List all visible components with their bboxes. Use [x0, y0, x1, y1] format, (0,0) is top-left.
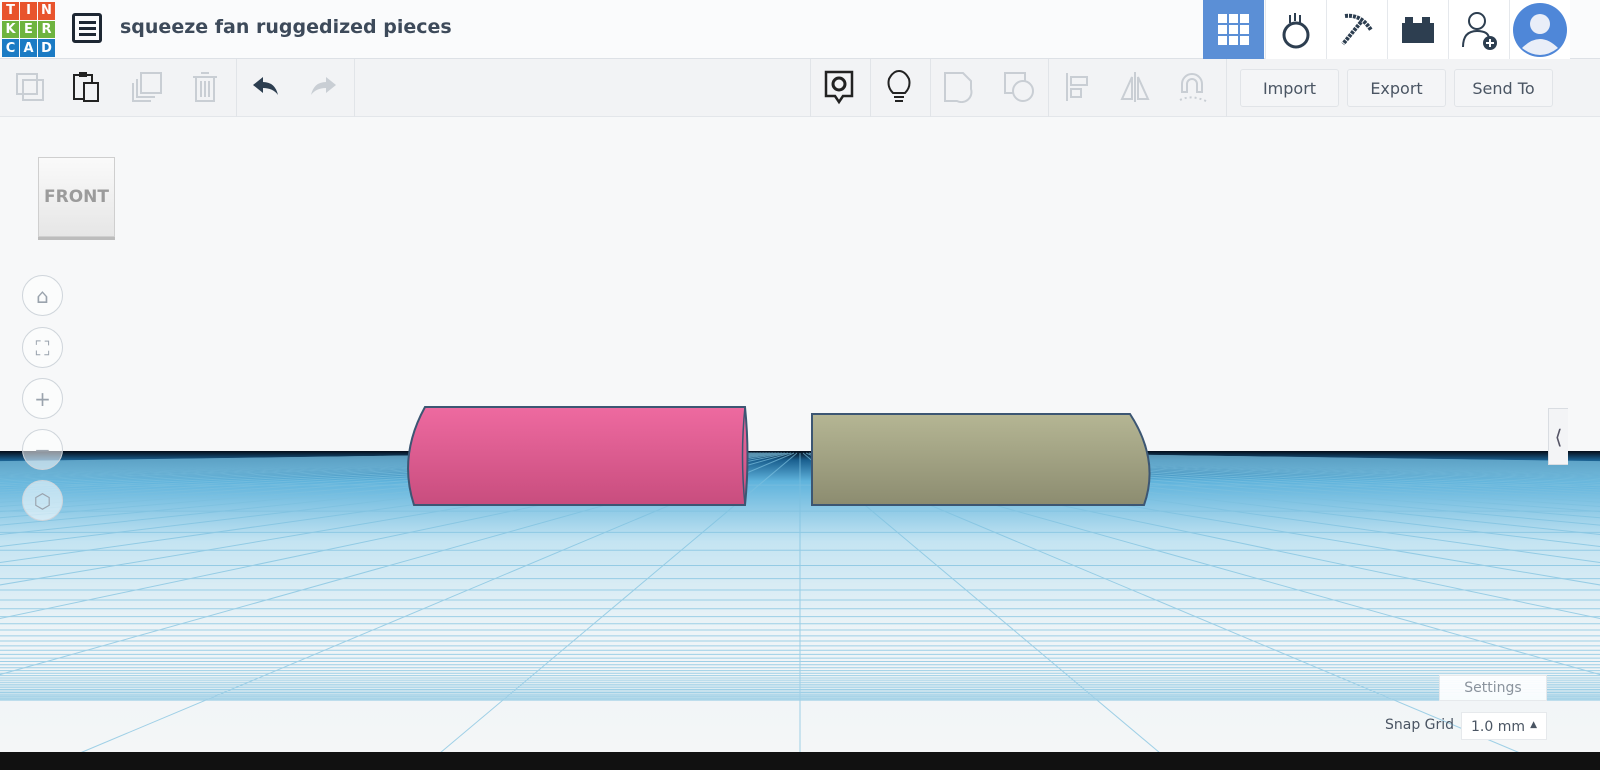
logo-letter: N — [38, 2, 55, 20]
top-bar: TIN KER CAD squeeze fan ruggedized pieces — [0, 0, 1600, 59]
settings-button[interactable]: Settings — [1439, 675, 1547, 701]
duplicate-button[interactable] — [127, 67, 167, 107]
avatar-icon — [1513, 2, 1567, 57]
lightbulb-icon — [887, 69, 911, 102]
home-view-button[interactable]: ⌂ — [22, 275, 63, 316]
caret-up-icon: ▲ — [1530, 720, 1537, 730]
snap-grid-select[interactable]: 1.0 mm ▲ — [1461, 712, 1547, 740]
mirror-button[interactable] — [1115, 67, 1155, 107]
grid-icon — [1217, 13, 1249, 45]
3d-design-view-button[interactable] — [1203, 0, 1264, 59]
redo-icon — [311, 77, 336, 95]
logo-letter: C — [2, 39, 19, 57]
ungroup-icon — [1004, 72, 1034, 102]
eye-bubble-icon — [824, 70, 854, 105]
plus-icon: + — [34, 386, 51, 411]
design-title[interactable]: squeeze fan ruggedized pieces — [120, 16, 452, 38]
logo-letter: D — [38, 39, 55, 57]
logo-letter: I — [20, 2, 37, 20]
bricks-button[interactable] — [1387, 0, 1448, 59]
zoom-out-button[interactable]: − — [22, 429, 63, 470]
pink-cylinder[interactable] — [407, 406, 749, 506]
undo-button[interactable] — [246, 67, 286, 107]
group-icon — [944, 72, 973, 103]
perspective-toggle-button[interactable]: ⬡ — [22, 480, 63, 521]
olive-cylinder[interactable] — [811, 413, 1151, 506]
logo-letter: E — [20, 20, 37, 39]
sky-background — [0, 117, 1600, 455]
duplicate-icon — [132, 72, 162, 102]
notes-visibility-button[interactable] — [819, 67, 859, 107]
redo-button[interactable] — [303, 67, 343, 107]
blocks-button[interactable] — [1265, 0, 1326, 59]
invite-user-button[interactable] — [1448, 0, 1509, 59]
bottom-edge — [0, 752, 1600, 770]
show-all-button[interactable] — [879, 67, 919, 107]
paste-button[interactable] — [66, 67, 106, 107]
fit-view-icon: ⛶ — [35, 335, 50, 360]
design-list-icon[interactable] — [72, 13, 102, 43]
snap-grid-label: Snap Grid — [1385, 717, 1455, 733]
cube-icon: ⬡ — [33, 488, 52, 513]
export-button[interactable]: Export — [1347, 69, 1446, 107]
copy-icon — [16, 73, 44, 101]
ungroup-button[interactable] — [999, 67, 1039, 107]
add-user-icon — [1462, 11, 1497, 50]
user-avatar[interactable] — [1509, 0, 1570, 59]
trash-icon — [193, 72, 217, 102]
snap-grid-value: 1.0 mm — [1471, 719, 1525, 735]
egg-icon — [1282, 12, 1310, 48]
chevron-left-icon: ⟨ — [1554, 424, 1563, 449]
logo-letter: A — [20, 39, 37, 57]
collapse-panel-button[interactable]: ⟨ — [1548, 408, 1568, 465]
align-icon — [1066, 73, 1088, 101]
pickaxe-icon — [1341, 13, 1373, 45]
group-button[interactable] — [939, 67, 979, 107]
lessons-button[interactable] — [1326, 0, 1387, 59]
align-button[interactable] — [1058, 67, 1098, 107]
mirror-icon — [1120, 72, 1150, 102]
fit-view-button[interactable]: ⛶ — [22, 327, 63, 368]
cruise-button[interactable] — [1173, 67, 1213, 107]
workplane-viewport[interactable] — [0, 117, 1600, 770]
import-button[interactable]: Import — [1240, 69, 1339, 107]
magnet-icon — [1179, 73, 1209, 103]
home-icon: ⌂ — [36, 283, 49, 308]
logo-letter: T — [2, 2, 19, 20]
logo-letter: K — [2, 20, 19, 39]
view-cube-face-label: FRONT — [44, 187, 109, 207]
brick-icon — [1402, 16, 1434, 43]
minus-icon: − — [34, 437, 51, 462]
zoom-in-button[interactable]: + — [22, 378, 63, 419]
undo-icon — [253, 77, 278, 95]
toolbar: Import Export Send To — [0, 59, 1600, 117]
clipboard-icon — [73, 72, 99, 102]
view-cube[interactable]: FRONT — [38, 157, 115, 237]
copy-button[interactable] — [10, 67, 50, 107]
tinkercad-logo[interactable]: TIN KER CAD — [2, 2, 57, 57]
delete-button[interactable] — [185, 67, 225, 107]
send-to-button[interactable]: Send To — [1454, 69, 1553, 107]
logo-letter: R — [38, 20, 55, 39]
